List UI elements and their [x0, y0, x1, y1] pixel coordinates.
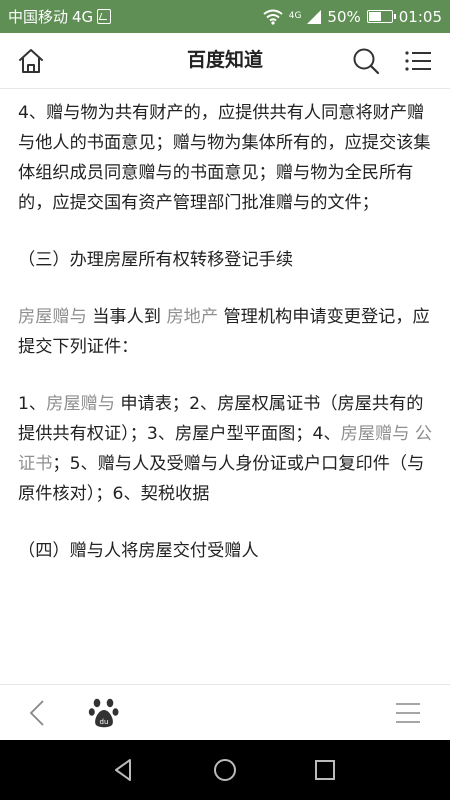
keyword-link[interactable]: 房屋赠与 [46, 394, 115, 414]
keyword-link[interactable]: 房屋赠与 [18, 307, 87, 327]
app-header: 百度知道 [0, 33, 450, 89]
nav-home-icon[interactable] [211, 756, 239, 784]
signal-label: 4G [288, 11, 302, 21]
paragraph-3: 房屋赠与 当事人到 房地产 管理机构申请变更登记，应提交下列证件： [18, 302, 434, 362]
search-icon[interactable] [352, 47, 380, 75]
paragraph-5: （四）赠与人将房屋交付受赠人 [18, 541, 259, 561]
wifi-icon [263, 9, 283, 25]
system-nav-bar [0, 740, 450, 800]
carrier-name: 中国移动 [8, 8, 69, 26]
baidu-paw-icon[interactable]: du [88, 695, 120, 729]
nav-recent-icon[interactable] [311, 756, 339, 784]
nav-back-icon[interactable] [110, 756, 138, 784]
clock: 01:05 [398, 7, 442, 26]
bottom-toolbar: du [0, 684, 450, 740]
paragraph-2: （三）办理房屋所有权转移登记手续 [18, 250, 294, 270]
status-bar: 中国移动 4G 4G 50% 01:05 [0, 0, 450, 33]
paragraph-1: 4、赠与物为共有财产的，应提供共有人同意将财产赠与他人的书面意见；赠与物为集体所… [18, 103, 431, 213]
text-segment: 1、 [18, 394, 47, 414]
signal-icon [307, 9, 322, 24]
paragraph-4: 1、房屋赠与 申请表；2、房屋权属证书（房屋共有的提供共有权证）；3、房屋户型平… [18, 389, 434, 509]
battery-fill [368, 12, 381, 21]
status-right: 4G 50% 01:05 [263, 8, 442, 26]
answer-content: 4、赠与物为共有财产的，应提供共有人同意将财产赠与他人的书面意见；赠与物为集体所… [18, 98, 434, 593]
back-chevron-icon[interactable] [26, 699, 50, 727]
menu-icon[interactable] [404, 49, 432, 73]
text-segment: ；5、赠与人及受赠与人身份证或户口复印件（与原件核对）；6、契税收据 [18, 454, 425, 504]
page-title: 百度知道 [186, 49, 263, 71]
status-left: 中国移动 4G [8, 6, 112, 27]
network-type: 4G [72, 7, 94, 26]
battery-icon [366, 10, 396, 23]
battery-percent: 50% [327, 7, 361, 26]
sim-icon [97, 9, 112, 24]
keyword-link[interactable]: 房屋赠与 [341, 424, 410, 444]
svg-text:du: du [100, 718, 109, 726]
keyword-link[interactable]: 房地产 [166, 307, 218, 327]
menu-lines-icon[interactable] [395, 701, 421, 725]
text-segment: 当事人到 [86, 307, 167, 327]
